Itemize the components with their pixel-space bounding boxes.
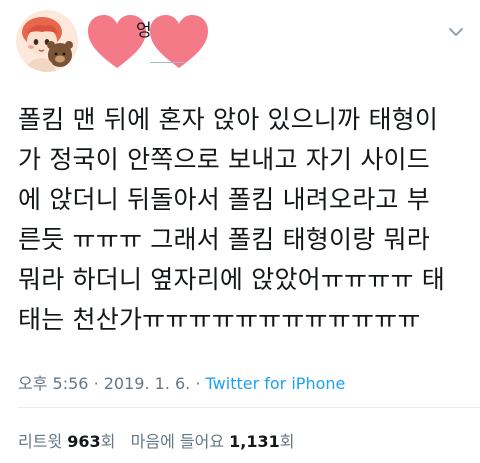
- retweets-count: 963: [67, 432, 101, 451]
- more-options-button[interactable]: [444, 22, 468, 42]
- tweet-time[interactable]: 오후 5:56: [18, 374, 88, 393]
- likes-count: 1,131: [229, 432, 280, 451]
- meta-separator: ·: [93, 374, 99, 393]
- likes-unit: 회: [279, 432, 295, 451]
- retweets-unit: 회: [100, 432, 116, 451]
- chevron-down-icon: [449, 28, 463, 36]
- avatar[interactable]: [16, 10, 78, 72]
- divider: [18, 407, 480, 408]
- retweets-label: 리트윗: [18, 432, 63, 451]
- tweet-text: 폴킴 맨 뒤에 혼자 앉아 있으니까 태형이 가 정국이 안쪽으로 보내고 자기…: [18, 105, 445, 334]
- tweet-date[interactable]: 2019. 1. 6.: [104, 374, 191, 393]
- display-name-fragment: 엉: [136, 21, 152, 41]
- tweet-meta: 오후 5:56 · 2019. 1. 6. · Twitter for iPho…: [18, 370, 345, 394]
- retweets-stat[interactable]: 리트윗 963회: [18, 432, 115, 451]
- avatar-illustration-icon: [16, 10, 78, 72]
- meta-separator-2: ·: [195, 374, 201, 393]
- tweet-header: 엉: [0, 0, 480, 80]
- username-handle: [150, 62, 184, 63]
- likes-label: 마음에 들어요: [130, 432, 225, 451]
- tweet-source-link[interactable]: Twitter for iPhone: [206, 374, 346, 393]
- likes-stat[interactable]: 마음에 들어요 1,131회: [131, 432, 295, 451]
- tweet-stats: 리트윗 963회 마음에 들어요 1,131회: [18, 428, 295, 452]
